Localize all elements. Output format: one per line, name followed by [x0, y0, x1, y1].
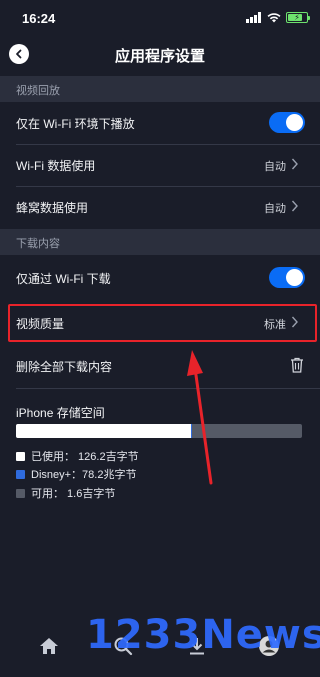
annotation-arrow — [187, 350, 213, 485]
watermark-logo: 1233News — [86, 612, 320, 658]
home-icon[interactable] — [38, 635, 60, 657]
